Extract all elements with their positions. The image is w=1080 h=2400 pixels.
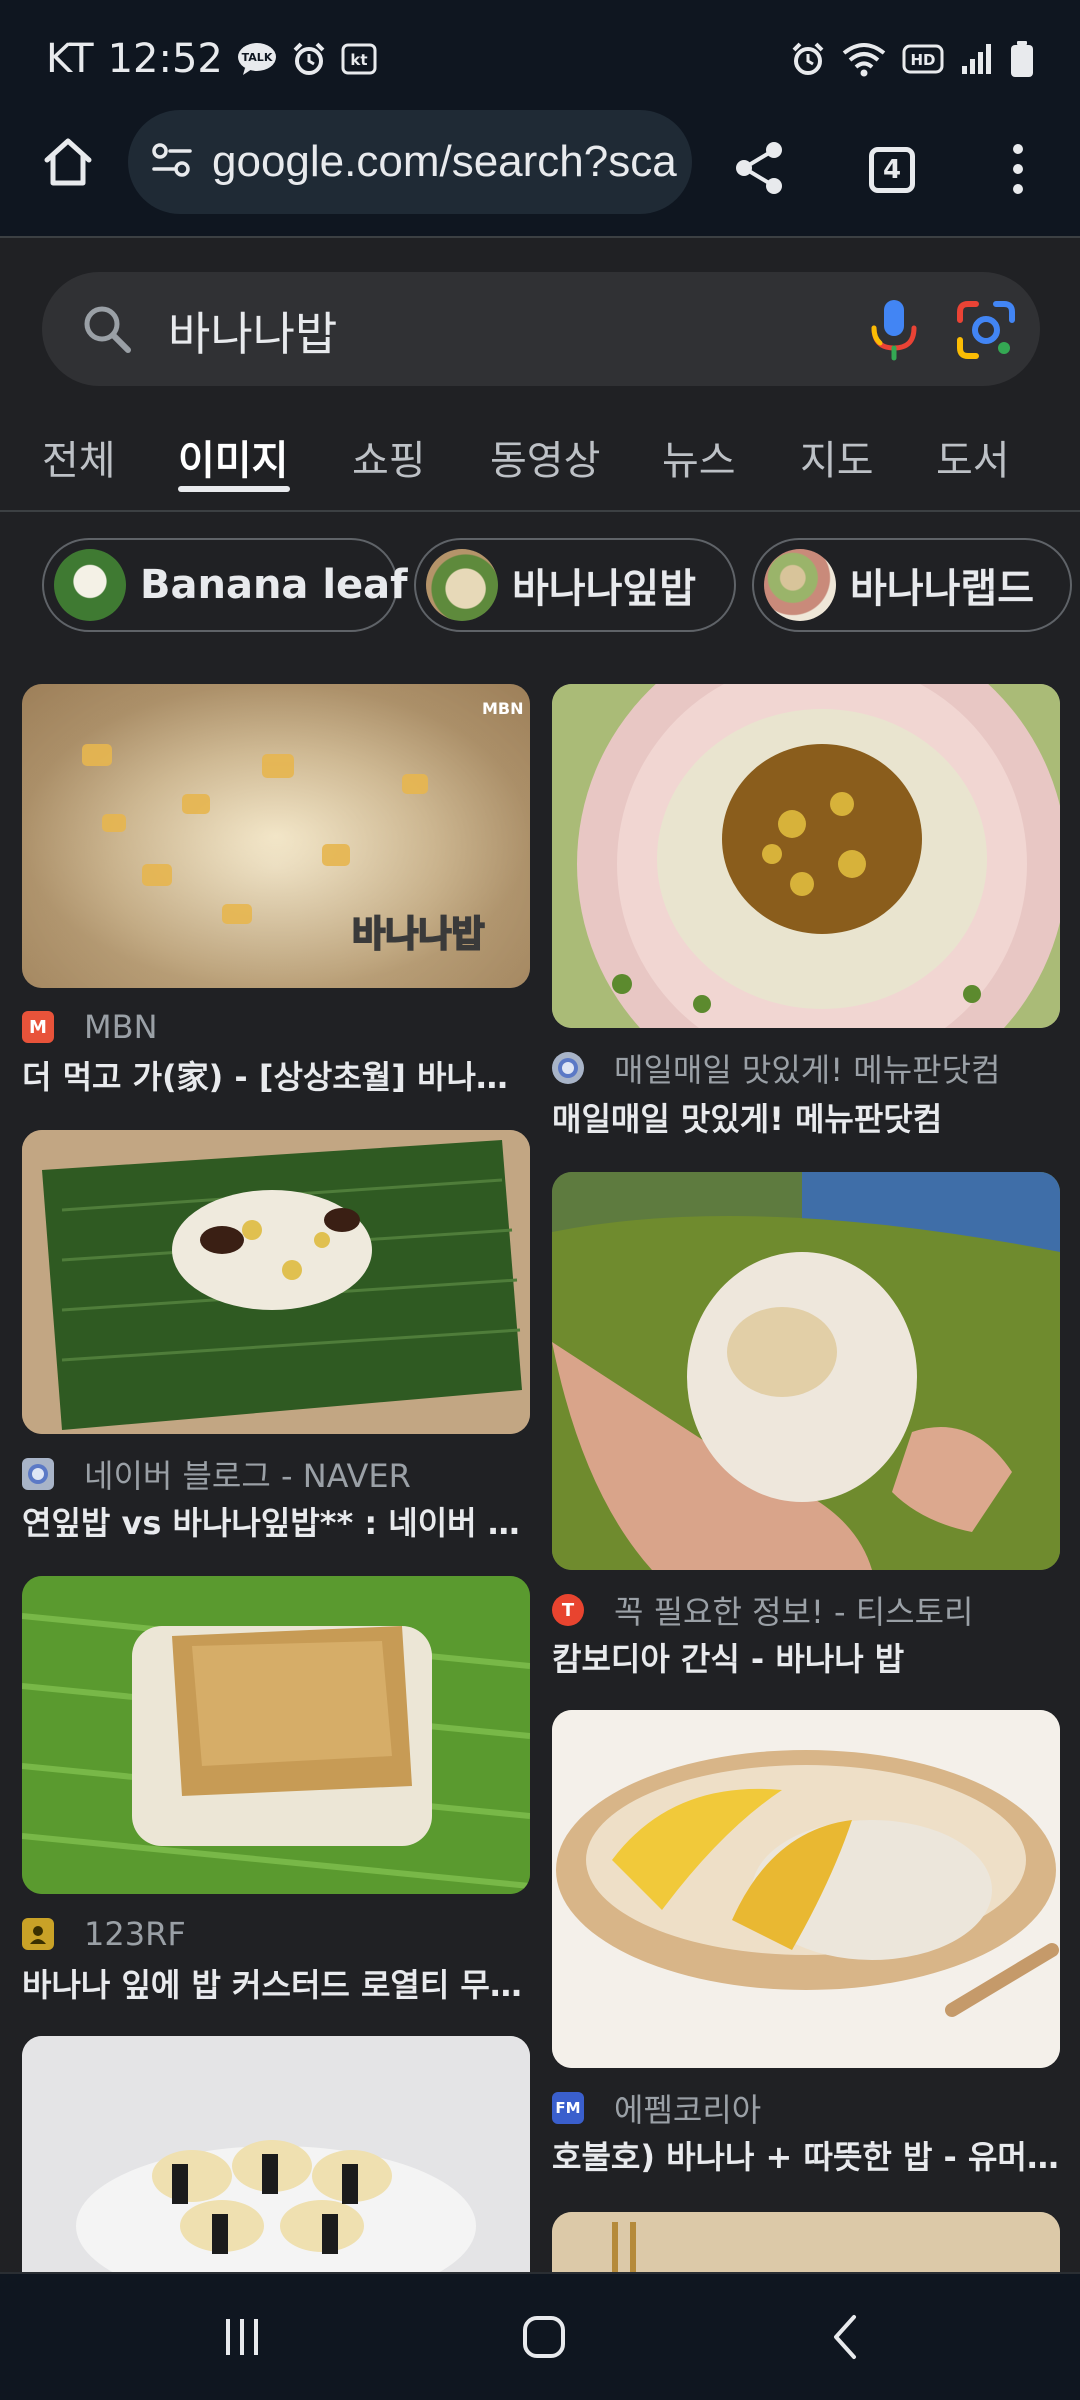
battery-icon bbox=[1010, 40, 1034, 78]
tab-switcher-button[interactable]: 4 bbox=[852, 130, 932, 210]
source-name: 에펨코리아 bbox=[614, 2091, 762, 2129]
toolbar-divider bbox=[0, 236, 1080, 238]
hand-holding-rice-photo bbox=[552, 1172, 1060, 1570]
chip-label: 바나나잎밥 bbox=[512, 566, 696, 612]
more-menu-button[interactable] bbox=[978, 124, 1058, 214]
chip-banana-leaf-rice[interactable]: 바나나잎밥 bbox=[414, 538, 736, 632]
search-query: 바나나밥 bbox=[168, 307, 338, 361]
chip-thumbnail bbox=[426, 549, 498, 621]
home-button[interactable] bbox=[30, 124, 106, 200]
tab-videos[interactable]: 동영상 bbox=[490, 428, 600, 486]
tab-all[interactable]: 전체 bbox=[42, 428, 116, 486]
hd-voice-icon: HD bbox=[902, 43, 944, 75]
result-image[interactable] bbox=[22, 1576, 530, 1894]
result-source[interactable]: FM 에펨코리아 bbox=[552, 2088, 762, 2129]
chip-thumbnail bbox=[54, 549, 126, 621]
home-nav-button[interactable] bbox=[504, 2302, 584, 2372]
result-title[interactable]: 호불호) 바나나 + 따뜻한 밥 - 유머/... bbox=[552, 2132, 1062, 2178]
share-icon bbox=[736, 142, 782, 194]
banana-sushi-photo bbox=[22, 2036, 530, 2272]
kt-app-icon: kt bbox=[341, 43, 377, 75]
globe-favicon-icon bbox=[552, 1052, 584, 1084]
source-name: MBN bbox=[84, 1008, 158, 1046]
chip-banana-wrapped[interactable]: 바나나랩드 bbox=[752, 538, 1072, 632]
banana-rice-photo: 바나나밥 MBN bbox=[22, 684, 530, 988]
address-bar[interactable]: google.com/search?sca bbox=[128, 110, 692, 214]
fmkorea-favicon-icon: FM bbox=[552, 2092, 584, 2124]
custard-rice-photo bbox=[22, 1576, 530, 1894]
google-lens-icon[interactable] bbox=[954, 298, 1018, 362]
search-input[interactable]: 바나나밥 bbox=[42, 272, 1040, 386]
clock: 12:52 bbox=[107, 36, 223, 82]
result-title[interactable]: 더 먹고 가(家) - [상상초월] 바나나로... bbox=[22, 1052, 532, 1098]
alarm-icon bbox=[291, 41, 327, 77]
tab-images[interactable]: 이미지 bbox=[178, 428, 288, 486]
result-image[interactable]: 바나나밥 MBN bbox=[22, 684, 530, 988]
result-source[interactable]: 매일매일 맛있게! 메뉴판닷컴 bbox=[552, 1048, 1001, 1089]
chip-banana-leaf[interactable]: Banana leaf bbox=[42, 538, 408, 632]
tab-news[interactable]: 뉴스 bbox=[662, 428, 736, 486]
result-image[interactable] bbox=[552, 2212, 1060, 2272]
tab-maps[interactable]: 지도 bbox=[800, 428, 874, 486]
curry-rice-photo bbox=[552, 684, 1060, 1028]
chip-label: Banana leaf bbox=[140, 562, 408, 608]
banana-leaf-rice-photo bbox=[22, 1130, 530, 1434]
result-photo bbox=[552, 2212, 1060, 2272]
tab-books[interactable]: 도서 bbox=[936, 428, 1010, 486]
result-title[interactable]: 연잎밥 vs 바나나잎밥** : 네이버 블... bbox=[22, 1498, 532, 1544]
more-vert-icon bbox=[1013, 144, 1023, 154]
carrier-label: KT bbox=[46, 36, 94, 82]
back-icon bbox=[834, 2315, 856, 2359]
recents-icon bbox=[226, 2319, 258, 2355]
result-image[interactable] bbox=[22, 1130, 530, 1434]
chip-thumbnail bbox=[764, 549, 836, 621]
svg-text:TALK: TALK bbox=[241, 51, 272, 64]
result-title[interactable]: 바나나 잎에 밥 커스터드 로열티 무료... bbox=[22, 1960, 532, 2006]
result-source[interactable]: 네이버 블로그 - NAVER bbox=[22, 1454, 411, 1495]
chip-label: 바나나랩드 bbox=[850, 566, 1034, 612]
svg-text:kt: kt bbox=[350, 51, 367, 69]
url-text: google.com/search?sca bbox=[212, 137, 677, 186]
svg-text:바나나밥: 바나나밥 bbox=[352, 914, 484, 955]
kakaotalk-icon: TALK bbox=[237, 42, 277, 76]
result-image[interactable] bbox=[552, 1172, 1060, 1570]
globe-favicon-icon bbox=[22, 1458, 54, 1490]
mic-icon[interactable] bbox=[862, 296, 926, 362]
tab-shopping[interactable]: 쇼핑 bbox=[352, 428, 426, 486]
back-button[interactable] bbox=[806, 2302, 886, 2372]
search-tabs: 전체 이미지 쇼핑 동영상 뉴스 지도 도서 bbox=[0, 420, 1080, 510]
svg-text:HD: HD bbox=[910, 51, 935, 69]
123rf-favicon-icon bbox=[22, 1918, 54, 1950]
result-image[interactable] bbox=[22, 2036, 530, 2272]
status-bar: KT 12:52 TALK kt HD bbox=[0, 0, 1080, 118]
source-name: 매일매일 맛있게! 메뉴판닷컴 bbox=[614, 1051, 1001, 1089]
result-source[interactable]: M MBN bbox=[22, 1007, 158, 1047]
signal-icon bbox=[960, 42, 994, 76]
tabs-divider bbox=[0, 510, 1080, 512]
mbn-favicon-icon: M bbox=[22, 1011, 54, 1043]
active-tab-indicator bbox=[178, 486, 290, 492]
share-button[interactable] bbox=[720, 128, 800, 208]
home-icon bbox=[44, 138, 92, 186]
result-image[interactable] bbox=[552, 684, 1060, 1028]
alarm-icon bbox=[790, 41, 826, 77]
system-nav-bar bbox=[0, 2272, 1080, 2400]
result-title[interactable]: 매일매일 맛있게! 메뉴판닷컴 bbox=[552, 1094, 1062, 1140]
source-name: 꼭 필요한 정보! - 티스토리 bbox=[614, 1593, 974, 1631]
banana-rice-bowl-photo bbox=[552, 1710, 1060, 2068]
wifi-icon bbox=[842, 41, 886, 77]
site-settings-icon[interactable] bbox=[150, 140, 194, 184]
recent-apps-button[interactable] bbox=[202, 2302, 282, 2372]
tistory-favicon-icon: T bbox=[552, 1594, 584, 1626]
source-name: 123RF bbox=[84, 1915, 186, 1953]
tab-count: 4 bbox=[869, 147, 915, 193]
home-nav-icon bbox=[523, 2316, 565, 2358]
search-icon bbox=[84, 306, 131, 353]
result-source[interactable]: T 꼭 필요한 정보! - 티스토리 bbox=[552, 1590, 974, 1631]
result-title[interactable]: 캄보디아 간식 - 바나나 밥 bbox=[552, 1634, 1062, 1680]
source-name: 네이버 블로그 - NAVER bbox=[84, 1457, 411, 1495]
result-image[interactable] bbox=[552, 1710, 1060, 2068]
svg-text:MBN: MBN bbox=[482, 699, 524, 718]
result-source[interactable]: 123RF bbox=[22, 1914, 186, 1954]
